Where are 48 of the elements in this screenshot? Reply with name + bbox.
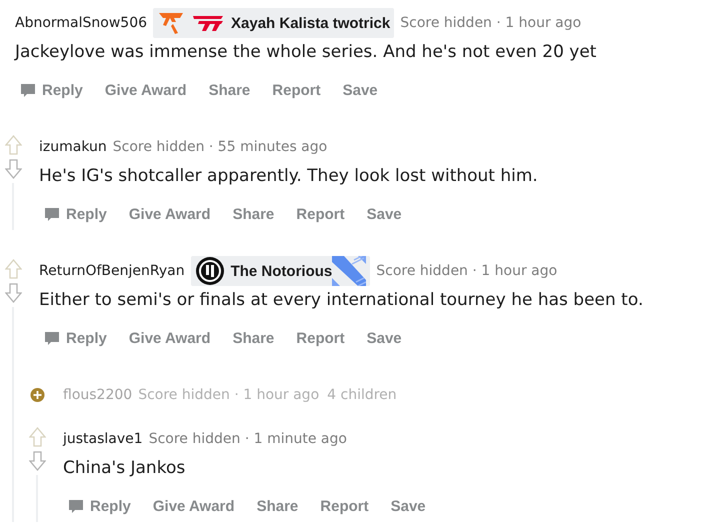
comment-action[interactable]: Reply (18, 78, 91, 102)
comment-action[interactable]: Report (270, 78, 329, 102)
comment-action[interactable]: Reply (42, 326, 115, 350)
comment-action[interactable]: Share (230, 326, 282, 350)
slanted-stripes-logo-icon (191, 13, 226, 33)
team-crest-icon (194, 256, 225, 286)
comment-meta: Score hidden · 1 hour ago (376, 263, 558, 279)
comment-action[interactable]: Save (364, 326, 410, 350)
username[interactable]: flous2200 (63, 387, 132, 403)
comment-action[interactable]: Give Award (126, 202, 219, 226)
comment-text: Jackeylove was immense the whole series. And he's not even 20 yet (15, 41, 598, 64)
comment-meta: Score hidden · 1 minute ago (148, 431, 347, 447)
comment-icon (44, 330, 60, 346)
comment-meta: Score hidden · 55 minutes ago (112, 139, 328, 155)
vote-arrows-icon[interactable] (29, 427, 46, 471)
vote-arrows-icon[interactable] (5, 135, 22, 179)
comment-action[interactable]: Report (318, 494, 377, 518)
username[interactable]: izumakun (39, 139, 107, 155)
user-flair: Xayah Kalista twotrick (231, 14, 390, 32)
comment-action[interactable]: Share (230, 202, 282, 226)
username[interactable]: justaslave1 (63, 431, 143, 447)
team-logo-icon (157, 11, 186, 35)
cross-logo-icon (332, 256, 366, 286)
comment-icon (20, 82, 36, 98)
comment-action[interactable]: Give Award (102, 78, 195, 102)
comment-action[interactable]: Give Award (126, 326, 219, 350)
comment-action[interactable]: Report (294, 202, 353, 226)
comment-text: Either to semi's or finals at every international tourney he has been to. (39, 289, 644, 312)
children-count[interactable]: 4 children (327, 387, 397, 403)
username[interactable]: ReturnOfBenjenRyan (39, 263, 185, 279)
comment-meta: Score hidden · 1 hour ago (400, 15, 582, 31)
vote-arrows-icon[interactable] (5, 259, 22, 303)
comment-action[interactable]: Reply (42, 202, 115, 226)
user-flair: The Notorious (230, 262, 332, 280)
comment-action[interactable]: Save (364, 202, 410, 226)
comment-action[interactable]: Give Award (150, 494, 243, 518)
comment-icon (44, 206, 60, 222)
comment-action[interactable]: Save (388, 494, 434, 518)
comment-action[interactable]: Save (340, 78, 386, 102)
comment-action[interactable]: Share (206, 78, 258, 102)
username[interactable]: AbnormalSnow506 (15, 15, 148, 31)
comment-action[interactable]: Reply (66, 494, 139, 518)
comment-action[interactable]: Share (254, 494, 306, 518)
comment-icon (68, 498, 84, 514)
comment-meta: Score hidden · 1 hour ago (138, 387, 320, 403)
comment-text: China's Jankos (63, 457, 186, 480)
comment-text: He's IG's shotcaller apparently. They look lost without him. (39, 165, 539, 188)
comment-action[interactable]: Report (294, 326, 353, 350)
